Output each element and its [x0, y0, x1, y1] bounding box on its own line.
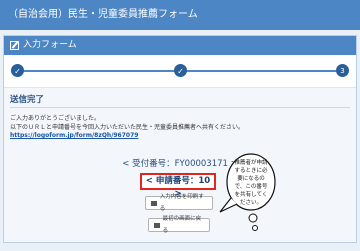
callout-text: 推薦者が申請するときに必要になるので、この番号を共有してください。 — [234, 160, 268, 206]
progress-steps: 3 — [4, 55, 356, 87]
step-3-indicator: 3 — [336, 64, 349, 77]
app-header: （自治会用）民生・児童委員推薦フォーム — [0, 0, 360, 30]
step-1-check-icon — [11, 64, 24, 77]
edit-icon — [10, 41, 19, 50]
print-button[interactable]: 入力内容を印刷する — [145, 194, 213, 212]
share-url-link[interactable]: https://logoform.jp/form/8zQh/967079 — [10, 132, 138, 139]
thanks-message: ご入力ありがとうございました。 — [10, 115, 101, 122]
printer-icon — [151, 200, 157, 206]
print-button-label: 入力内容を印刷する — [159, 194, 204, 212]
result-title: 送信完了 — [10, 95, 45, 105]
step-2-check-icon — [174, 64, 187, 77]
back-to-start-button[interactable]: 最初の画面に戻る — [148, 216, 210, 234]
panel-header: 入力フォーム — [4, 36, 356, 55]
divider — [10, 107, 350, 108]
page-title: （自治会用）民生・児童委員推薦フォーム — [8, 9, 198, 20]
back-button-label: 最初の画面に戻る — [162, 216, 202, 234]
receipt-number: < 受付番号：FY00003171 > — [122, 159, 238, 169]
share-instruction: 以下のＵＲＬと申請番号を今回入力いただいた民生・児童委員推薦者へ共有ください。 — [10, 124, 245, 131]
application-number: < 申請番号：10 > — [140, 173, 216, 199]
return-icon — [154, 222, 160, 228]
panel-title: 入力フォーム — [23, 40, 77, 50]
